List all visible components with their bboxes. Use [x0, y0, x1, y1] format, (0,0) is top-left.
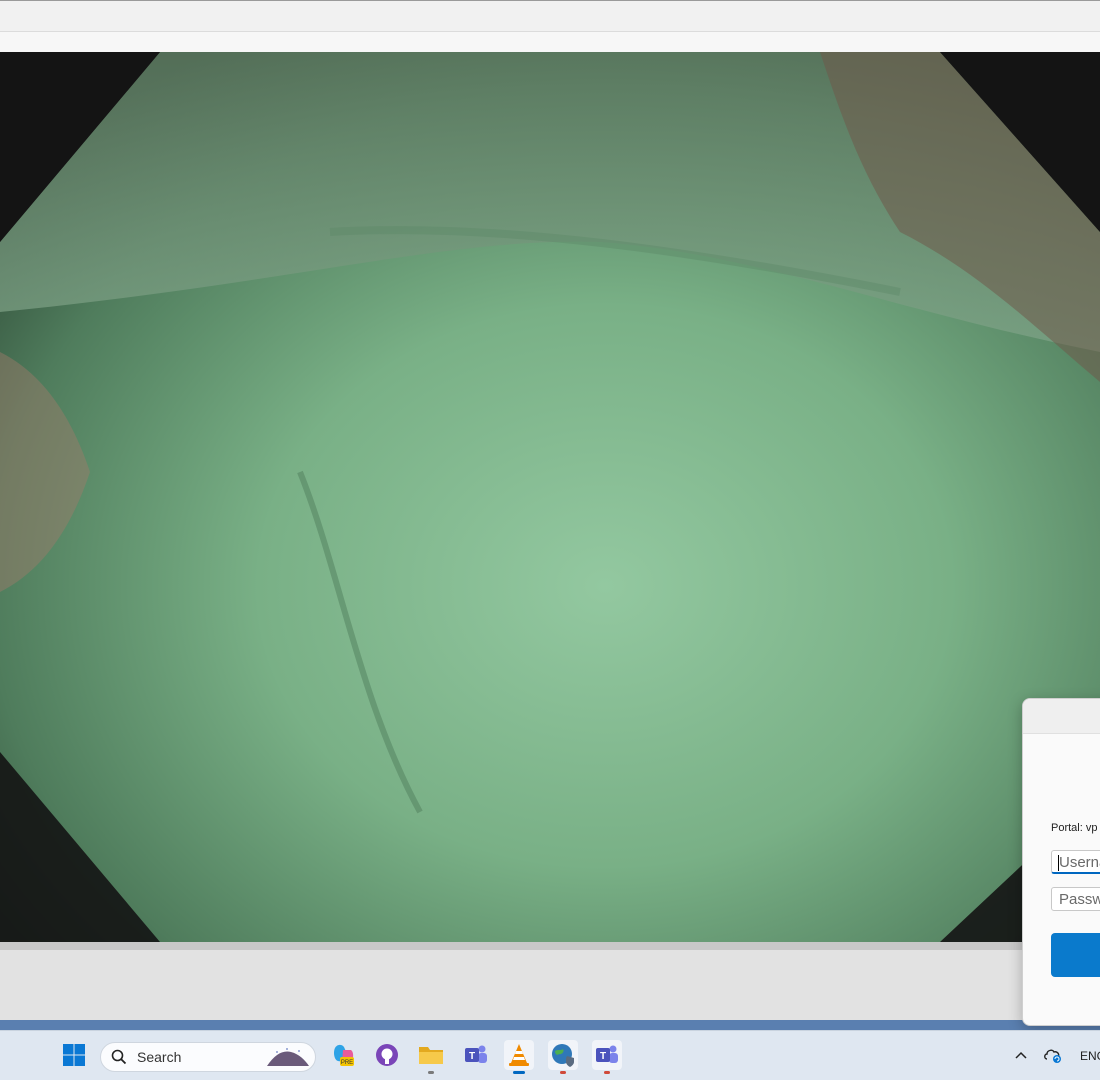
window-title-bar — [0, 0, 1100, 32]
svg-text:T: T — [469, 1051, 475, 1062]
teams-icon: T — [465, 1045, 487, 1063]
vpn-login-dialog: I Portal: vp Userna Passwo — [1022, 698, 1100, 1026]
window-toolbar — [0, 32, 1100, 52]
sync-cloud-icon — [1044, 1049, 1061, 1063]
teams-classic-app[interactable]: T — [461, 1040, 491, 1070]
running-indicator — [604, 1071, 610, 1074]
dialog-title-bar[interactable] — [1023, 699, 1100, 734]
copilot-app[interactable]: PRE — [328, 1040, 358, 1070]
teams-icon: T — [596, 1045, 618, 1063]
svg-text:PRE: PRE — [341, 1060, 353, 1066]
running-indicator — [560, 1071, 566, 1074]
vlc-app[interactable] — [504, 1040, 534, 1074]
start-button[interactable] — [59, 1040, 89, 1070]
globe-shield-icon — [552, 1044, 574, 1067]
portal-label: Portal: vp — [1051, 822, 1098, 834]
taskbar-search[interactable]: Search — [100, 1042, 316, 1072]
vlc-cone-icon — [509, 1044, 529, 1066]
network-tray-button[interactable] — [1038, 1040, 1068, 1070]
file-explorer-app[interactable] — [416, 1040, 446, 1074]
chevron-up-icon — [1015, 1051, 1027, 1059]
github-desktop-app[interactable] — [372, 1040, 402, 1070]
search-highlight-icon — [267, 1048, 309, 1066]
copilot-icon: PRE — [334, 1044, 354, 1066]
taskbar: Search PRE T T EN — [0, 1030, 1100, 1080]
folder-icon — [419, 1047, 443, 1064]
svg-text:T: T — [600, 1051, 606, 1062]
vpn-globe-app[interactable] — [548, 1040, 578, 1074]
search-label: Search — [137, 1049, 182, 1065]
language-indicator[interactable]: ENG — [1080, 1049, 1100, 1063]
video-area[interactable] — [0, 52, 1100, 942]
show-hidden-icons-button[interactable] — [1006, 1040, 1036, 1070]
username-input[interactable]: Userna — [1051, 850, 1100, 874]
running-indicator — [428, 1071, 434, 1074]
active-indicator — [513, 1071, 525, 1074]
desktop-background — [0, 1020, 1100, 1030]
endoscope-frame — [0, 52, 1100, 942]
github-icon — [376, 1044, 398, 1066]
player-controls-bar — [0, 950, 1100, 1020]
connect-button[interactable] — [1051, 933, 1100, 977]
teams-app[interactable]: T — [592, 1040, 622, 1074]
password-input[interactable]: Passwo — [1051, 887, 1100, 911]
windows-logo-icon — [63, 1044, 85, 1066]
search-icon — [111, 1049, 127, 1065]
video-border — [0, 942, 1100, 950]
